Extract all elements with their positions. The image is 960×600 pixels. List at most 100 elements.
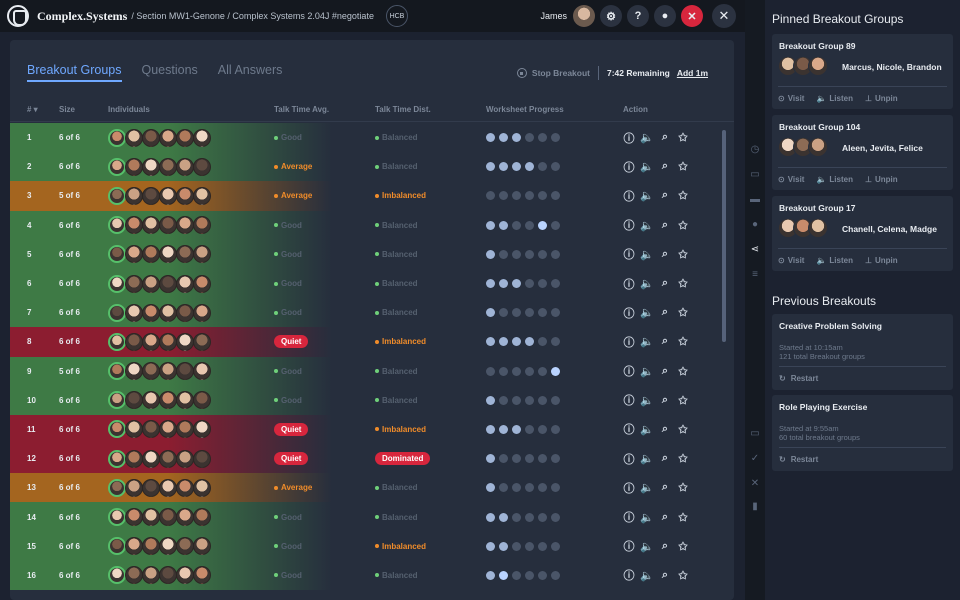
listen-icon[interactable]: 🔈 <box>640 336 654 348</box>
table-row[interactable]: 2 6 of 6 Average Balanced ⓘ 🔈 ⌕ ✩ <box>10 152 726 182</box>
table-row[interactable]: 14 6 of 6 Good Balanced ⓘ 🔈 ⌕ ✩ <box>10 502 726 532</box>
participant-avatars[interactable] <box>108 245 211 264</box>
avatar[interactable] <box>176 449 194 468</box>
avatar[interactable] <box>159 332 177 351</box>
avatar[interactable] <box>142 303 160 322</box>
pin-icon[interactable]: ✩ <box>677 248 689 261</box>
listen-icon[interactable]: 🔈 <box>640 569 654 582</box>
avatar[interactable] <box>159 216 177 235</box>
avatar[interactable] <box>193 245 211 264</box>
participant-avatars[interactable] <box>108 566 211 585</box>
avatar[interactable] <box>108 478 126 497</box>
participant-avatars[interactable] <box>108 332 211 351</box>
avatar[interactable] <box>193 216 211 235</box>
avatar[interactable] <box>176 303 194 322</box>
table-row[interactable]: 10 6 of 6 Good Balanced ⓘ 🔈 ⌕ ✩ <box>10 385 726 415</box>
avatar[interactable] <box>193 420 211 439</box>
info-icon[interactable]: ⓘ <box>623 453 635 466</box>
avatar[interactable] <box>125 186 143 205</box>
tab-all-answers[interactable]: All Answers <box>218 63 283 82</box>
listen-icon[interactable]: 🔈 <box>640 540 654 553</box>
info-icon[interactable]: ⓘ <box>623 219 635 232</box>
avatar[interactable] <box>176 157 194 176</box>
search-icon[interactable]: ⌕ <box>659 423 671 435</box>
info-icon[interactable]: ⓘ <box>623 307 635 320</box>
table-row[interactable]: 6 6 of 6 Good Balanced ⓘ 🔈 ⌕ ✩ <box>10 268 726 299</box>
avatar[interactable] <box>159 449 177 468</box>
avatar[interactable] <box>142 362 160 381</box>
listen-icon[interactable]: 🔈 <box>640 161 654 173</box>
listen-icon[interactable]: 🔈 <box>640 482 654 494</box>
breadcrumb[interactable]: / Section MW1-Genone / Complex Systems 2… <box>131 11 374 21</box>
restart-button[interactable]: ↻ Restart <box>779 447 946 464</box>
visit-button[interactable]: ⊙ Visit <box>778 94 804 103</box>
scrollbar[interactable] <box>722 130 726 342</box>
pin-icon[interactable]: ✩ <box>677 278 689 290</box>
close-icon[interactable]: ✕ <box>712 4 736 28</box>
listen-icon[interactable]: 🔈 <box>640 190 654 202</box>
avatar[interactable] <box>108 420 126 439</box>
avatar[interactable] <box>159 478 177 497</box>
avatar[interactable] <box>108 449 126 468</box>
info-icon[interactable]: ⓘ <box>623 423 635 436</box>
avatar[interactable] <box>125 478 143 497</box>
search-icon[interactable]: ⌕ <box>659 481 671 494</box>
avatar[interactable] <box>108 508 126 527</box>
search-icon[interactable]: ⌕ <box>659 219 671 231</box>
info-icon[interactable]: ⓘ <box>623 190 635 203</box>
table-row[interactable]: 12 6 of 6 Quiet Dominated ⓘ 🔈 ⌕ ✩ <box>10 444 726 474</box>
participant-avatars[interactable] <box>108 449 211 468</box>
search-icon[interactable]: ⌕ <box>659 569 671 581</box>
pin-icon[interactable]: ✩ <box>677 423 689 436</box>
avatar[interactable] <box>159 245 177 264</box>
participant-avatars[interactable] <box>108 303 211 322</box>
avatar[interactable] <box>108 362 126 381</box>
info-icon[interactable]: ⓘ <box>623 278 635 291</box>
avatar[interactable] <box>142 566 160 585</box>
unpin-button[interactable]: ⊥ Unpin <box>865 94 898 103</box>
avatar[interactable] <box>176 508 194 527</box>
check-icon[interactable]: ✓ <box>749 452 761 464</box>
avatar[interactable] <box>142 186 160 205</box>
info-icon[interactable]: ⓘ <box>623 511 635 524</box>
search-icon[interactable]: ⌕ <box>659 335 671 348</box>
participant-avatars[interactable] <box>108 157 211 176</box>
avatar[interactable] <box>193 508 211 527</box>
search-icon[interactable]: ⌕ <box>659 277 671 290</box>
avatar[interactable] <box>193 303 211 322</box>
avatar[interactable] <box>142 216 160 235</box>
avatar[interactable] <box>108 128 126 147</box>
avatar[interactable] <box>125 245 143 264</box>
avatar[interactable] <box>176 362 194 381</box>
info-icon[interactable]: ⓘ <box>623 132 635 145</box>
clock-icon[interactable]: ◷ <box>749 143 761 155</box>
avatar[interactable] <box>142 478 160 497</box>
search-icon[interactable]: ⌕ <box>659 452 671 465</box>
avatar[interactable] <box>193 478 211 497</box>
search-icon[interactable]: ⌕ <box>659 511 671 523</box>
avatar[interactable] <box>108 332 126 351</box>
chat-icon[interactable]: ▭ <box>749 168 761 180</box>
mic-mute-icon[interactable]: ✕ <box>681 5 703 27</box>
avatar[interactable] <box>193 128 211 147</box>
avatar[interactable] <box>108 537 126 556</box>
avatar[interactable] <box>125 303 143 322</box>
avatar[interactable] <box>108 303 126 322</box>
avatar[interactable] <box>159 157 177 176</box>
avatar[interactable] <box>142 391 160 410</box>
pin-icon[interactable]: ✩ <box>677 161 689 173</box>
avatar[interactable] <box>142 420 160 439</box>
settings-gear-icon[interactable]: ⚙ <box>600 5 622 27</box>
unpin-button[interactable]: ⊥ Unpin <box>865 256 898 265</box>
avatar[interactable] <box>193 157 211 176</box>
avatar[interactable] <box>108 186 126 205</box>
visit-button[interactable]: ⊙ Visit <box>778 175 804 184</box>
listen-icon[interactable]: 🔈 <box>640 219 654 232</box>
pinned-group-card[interactable]: Breakout Group 104 Aleen, Jevita, Felice ⊙… <box>772 115 953 190</box>
record-icon[interactable]: ● <box>654 5 676 27</box>
comment-icon[interactable]: ● <box>749 218 761 230</box>
avatar[interactable] <box>176 391 194 410</box>
listen-icon[interactable]: 🔈 <box>640 394 654 407</box>
search-icon[interactable]: ⌕ <box>659 540 671 552</box>
pin-icon[interactable]: ✩ <box>677 453 689 465</box>
